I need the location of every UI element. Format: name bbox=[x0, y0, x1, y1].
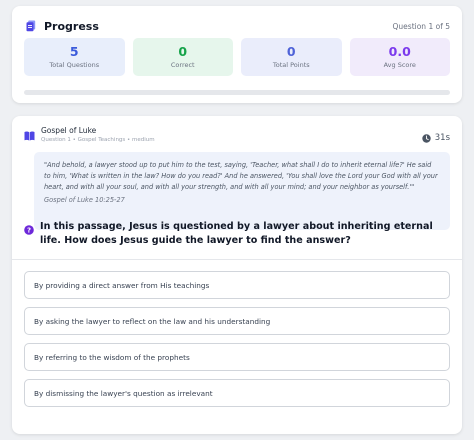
stat-value: 0 bbox=[286, 44, 296, 59]
question-mark-icon: ? bbox=[24, 220, 34, 239]
stat-label: Total Questions bbox=[49, 61, 100, 69]
progress-title: Progress bbox=[44, 19, 99, 33]
stat-total-questions: 5 Total Questions bbox=[24, 38, 125, 76]
stat-correct: 0 Correct bbox=[132, 38, 233, 76]
stat-label: Total Points bbox=[272, 61, 310, 69]
stat-total-points: 0 Total Points bbox=[241, 38, 342, 76]
timer: 31s bbox=[422, 128, 450, 147]
stat-value: 0.0 bbox=[388, 44, 411, 59]
question-card: Gospel of Luke Question 1 • Gospel Teach… bbox=[12, 116, 462, 434]
stat-value: 0 bbox=[178, 44, 188, 59]
divider bbox=[12, 259, 462, 260]
book-name: Gospel of Luke bbox=[41, 126, 97, 135]
svg-text:?: ? bbox=[27, 226, 31, 234]
passage-reference: Gospel of Luke 10:25-27 bbox=[44, 196, 125, 204]
answer-options: By providing a direct answer from His te… bbox=[24, 271, 450, 407]
answer-option-2[interactable]: By asking the lawyer to reflect on the l… bbox=[24, 307, 450, 335]
progress-header: Progress Question 1 of 5 bbox=[26, 16, 450, 36]
progress-card: Progress Question 1 of 5 5 Total Questio… bbox=[12, 6, 462, 103]
question-meta: Question 1 • Gospel Teachings • medium bbox=[41, 137, 155, 143]
document-icon bbox=[26, 17, 36, 36]
answer-option-3[interactable]: By referring to the wisdom of the prophe… bbox=[24, 343, 450, 371]
question-header: Gospel of Luke Question 1 • Gospel Teach… bbox=[24, 126, 450, 148]
progress-bar bbox=[24, 90, 450, 95]
question-text: In this passage, Jesus is questioned by … bbox=[40, 221, 433, 246]
passage-text: "And behold, a lawyer stood up to put hi… bbox=[44, 161, 438, 191]
question-prompt: ? In this passage, Jesus is questioned b… bbox=[24, 220, 448, 248]
answer-option-4[interactable]: By dismissing the lawyer's question as i… bbox=[24, 379, 450, 407]
question-counter: Question 1 of 5 bbox=[392, 21, 450, 31]
answer-option-1[interactable]: By providing a direct answer from His te… bbox=[24, 271, 450, 299]
scripture-passage: "And behold, a lawyer stood up to put hi… bbox=[34, 152, 450, 230]
timer-value: 31s bbox=[434, 132, 450, 143]
question-source: Gospel of Luke Question 1 • Gospel Teach… bbox=[24, 126, 155, 145]
book-icon bbox=[24, 126, 35, 145]
stat-value: 5 bbox=[69, 44, 79, 59]
clock-icon bbox=[422, 128, 431, 147]
stat-label: Correct bbox=[170, 61, 195, 69]
stat-avg-score: 0.0 Avg Score bbox=[349, 38, 450, 76]
stat-label: Avg Score bbox=[383, 61, 416, 69]
stats-row: 5 Total Questions 0 Correct 0 Total Poin… bbox=[24, 38, 450, 76]
